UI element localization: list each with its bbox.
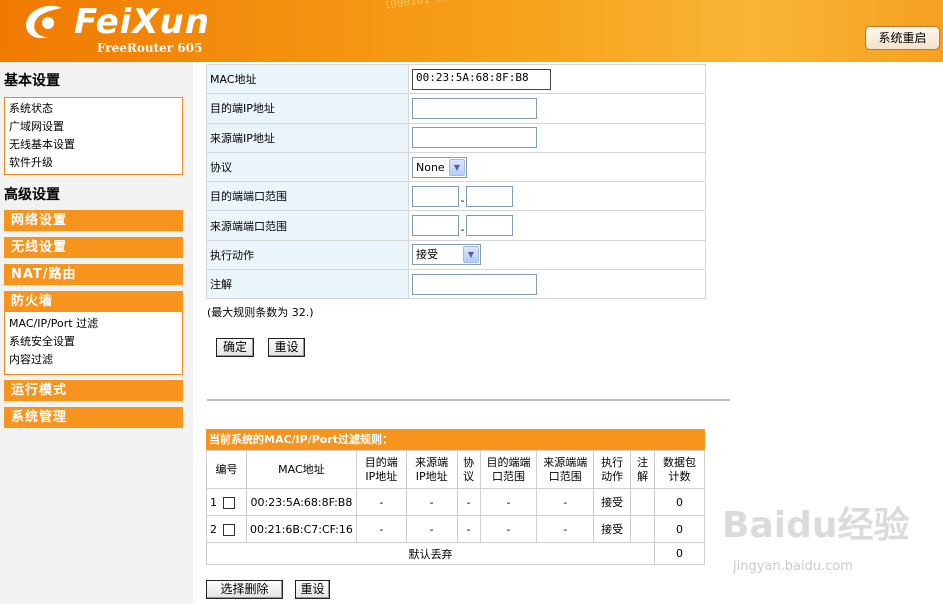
baidu-watermark: Baidu经验 jingyan.baidu.com <box>722 496 932 596</box>
col-header-protocol: 协议 <box>456 450 481 489</box>
protocol-label: 协议 <box>206 151 409 183</box>
advanced-settings-title: 高级设置 <box>4 187 60 203</box>
max-rules-note: (最大规则条数为 32.) <box>207 306 314 319</box>
rule-comment <box>630 515 656 543</box>
table-row: 2 00:21:6B:C7:CF:16 - - - - - 接受 0 <box>206 515 705 543</box>
rule-dest-port: - <box>479 515 538 543</box>
sidebar-item-nat-routing[interactable]: NAT/路由 <box>4 264 183 285</box>
col-header-dest-port: 目的端端 口范围 <box>479 450 538 489</box>
rule-protocol: - <box>456 488 481 516</box>
dest-port-dash: - <box>460 193 465 207</box>
section-divider <box>207 399 730 401</box>
dest-ip-input[interactable] <box>412 97 537 119</box>
rule-number: 2 <box>210 522 217 536</box>
action-select[interactable]: 接受 ▼ <box>412 244 481 266</box>
col-header-dest-ip: 目的端 IP地址 <box>355 450 407 489</box>
rule-select-checkbox[interactable] <box>223 523 235 536</box>
basic-settings-title: 基本设置 <box>4 73 60 89</box>
source-ip-label: 来源端IP地址 <box>206 122 409 153</box>
sidebar-item-content-filter[interactable]: 内容过滤 <box>5 351 182 369</box>
sidebar-item-firmware-upgrade[interactable]: 软件升级 <box>5 154 182 172</box>
rule-protocol: - <box>456 515 481 543</box>
sidebar-item-wireless-settings[interactable]: 无线设置 <box>4 237 183 258</box>
rule-source-ip: - <box>405 515 458 543</box>
rule-dest-ip: - <box>355 488 407 516</box>
rule-select-checkbox[interactable] <box>223 496 235 509</box>
sidebar-item-wan-settings[interactable]: 广域网设置 <box>5 118 182 136</box>
rule-source-port: - <box>536 515 595 543</box>
rule-source-ip: - <box>405 488 458 516</box>
reboot-button[interactable]: 系统重启 <box>865 26 940 50</box>
sidebar-item-firewall[interactable]: 防火墙 <box>4 291 183 312</box>
rule-mac: 00:23:5A:68:8F:B8 <box>245 488 357 516</box>
sidebar-item-network-settings[interactable]: 网络设置 <box>4 210 183 231</box>
protocol-selected-value: None <box>416 160 445 174</box>
source-port-range-label: 来源端端口范围 <box>206 210 409 241</box>
source-port-dash: - <box>460 223 465 237</box>
form-reset-button[interactable]: 重设 <box>268 338 305 357</box>
rule-dest-port: - <box>479 488 538 516</box>
firewall-submenu: MAC/IP/Port 过滤 系统安全设置 内容过滤 <box>4 312 183 375</box>
sidebar-item-system-status[interactable]: 系统状态 <box>5 100 182 118</box>
col-header-source-ip: 来源端 IP地址 <box>405 450 458 489</box>
col-header-mac: MAC地址 <box>245 450 357 489</box>
col-header-no: 编号 <box>206 450 247 489</box>
feixun-logo-icon <box>25 5 62 39</box>
binary-pattern-decoration: 1000101 0010000 0010000 100 001000010010… <box>383 0 943 61</box>
rules-table-title: 当前系统的MAC/IP/Port过滤规则： <box>206 429 705 450</box>
sidebar: 基本设置 系统状态 广域网设置 无线基本设置 软件升级 高级设置 网络设置 无线… <box>0 62 193 604</box>
rule-packet-count: 0 <box>654 515 705 543</box>
dest-port-start-input[interactable] <box>412 185 459 207</box>
table-header-row: 编号 MAC地址 目的端 IP地址 来源端 IP地址 协议 目的端端 口范围 来源端端… <box>206 450 705 489</box>
rule-packet-count: 0 <box>654 488 705 516</box>
dest-port-end-input[interactable] <box>466 185 513 207</box>
default-policy-row: 默认丢弃 0 <box>205 542 705 565</box>
sidebar-item-operation-mode[interactable]: 运行模式 <box>4 380 183 401</box>
ok-button[interactable]: 确定 <box>216 338 254 357</box>
watermark-logo: Baidu经验 <box>722 505 910 546</box>
rule-comment <box>630 488 656 516</box>
action-selected-value: 接受 <box>416 248 438 262</box>
filter-rule-form: MAC地址 00:23:5A:68:8F:B8 目的端IP地址 来源端IP地址 … <box>206 63 706 300</box>
brand-logo-text: FeiXun <box>74 2 210 42</box>
rule-action: 接受 <box>593 515 632 543</box>
sidebar-item-system-security[interactable]: 系统安全设置 <box>5 333 182 351</box>
col-header-comment: 注解 <box>630 450 656 489</box>
delete-selected-button[interactable]: 选择删除 <box>206 580 283 599</box>
rule-action: 接受 <box>593 488 632 516</box>
rules-table: 编号 MAC地址 目的端 IP地址 来源端 IP地址 协议 目的端端 口范围 来源端端… <box>205 450 705 565</box>
comment-label: 注解 <box>206 269 409 300</box>
default-policy-label: 默认丢弃 <box>205 542 656 565</box>
col-header-action: 执行 动作 <box>593 450 632 489</box>
rule-mac: 00:21:6B:C7:CF:16 <box>245 515 357 543</box>
col-header-source-port: 来源端端 口范围 <box>536 450 595 489</box>
chevron-down-icon: ▼ <box>449 158 465 176</box>
mac-address-input[interactable]: 00:23:5A:68:8F:B8 <box>412 68 551 90</box>
sidebar-item-mac-ip-port-filter[interactable]: MAC/IP/Port 过滤 <box>5 315 182 333</box>
rule-source-port: - <box>536 488 595 516</box>
rules-reset-button[interactable]: 重设 <box>295 580 330 599</box>
comment-input[interactable] <box>412 273 537 295</box>
header-banner: 1000101 0010000 0010000 100 001000010010… <box>0 0 943 62</box>
dest-port-range-label: 目的端端口范围 <box>206 181 409 212</box>
dest-ip-label: 目的端IP地址 <box>206 93 409 124</box>
source-port-start-input[interactable] <box>412 215 459 237</box>
chevron-down-icon: ▼ <box>463 246 479 264</box>
product-name: FreeRouter 605 <box>97 41 203 55</box>
mac-address-label: MAC地址 <box>206 63 409 95</box>
action-label: 执行动作 <box>206 239 409 271</box>
basic-settings-menu: 系统状态 广域网设置 无线基本设置 软件升级 <box>4 97 183 175</box>
protocol-select[interactable]: None ▼ <box>412 156 467 178</box>
rule-dest-ip: - <box>355 515 407 543</box>
watermark-url: jingyan.baidu.com <box>733 559 853 574</box>
col-header-packet-count: 数据包 计数 <box>654 450 705 489</box>
table-row: 1 00:23:5A:68:8F:B8 - - - - - 接受 0 <box>206 488 705 516</box>
sidebar-item-system-management[interactable]: 系统管理 <box>4 407 183 428</box>
rule-number: 1 <box>210 495 217 509</box>
source-ip-input[interactable] <box>412 127 537 149</box>
source-port-end-input[interactable] <box>466 215 513 237</box>
sidebar-item-wireless-basic[interactable]: 无线基本设置 <box>5 136 182 154</box>
default-packet-count: 0 <box>654 542 705 565</box>
